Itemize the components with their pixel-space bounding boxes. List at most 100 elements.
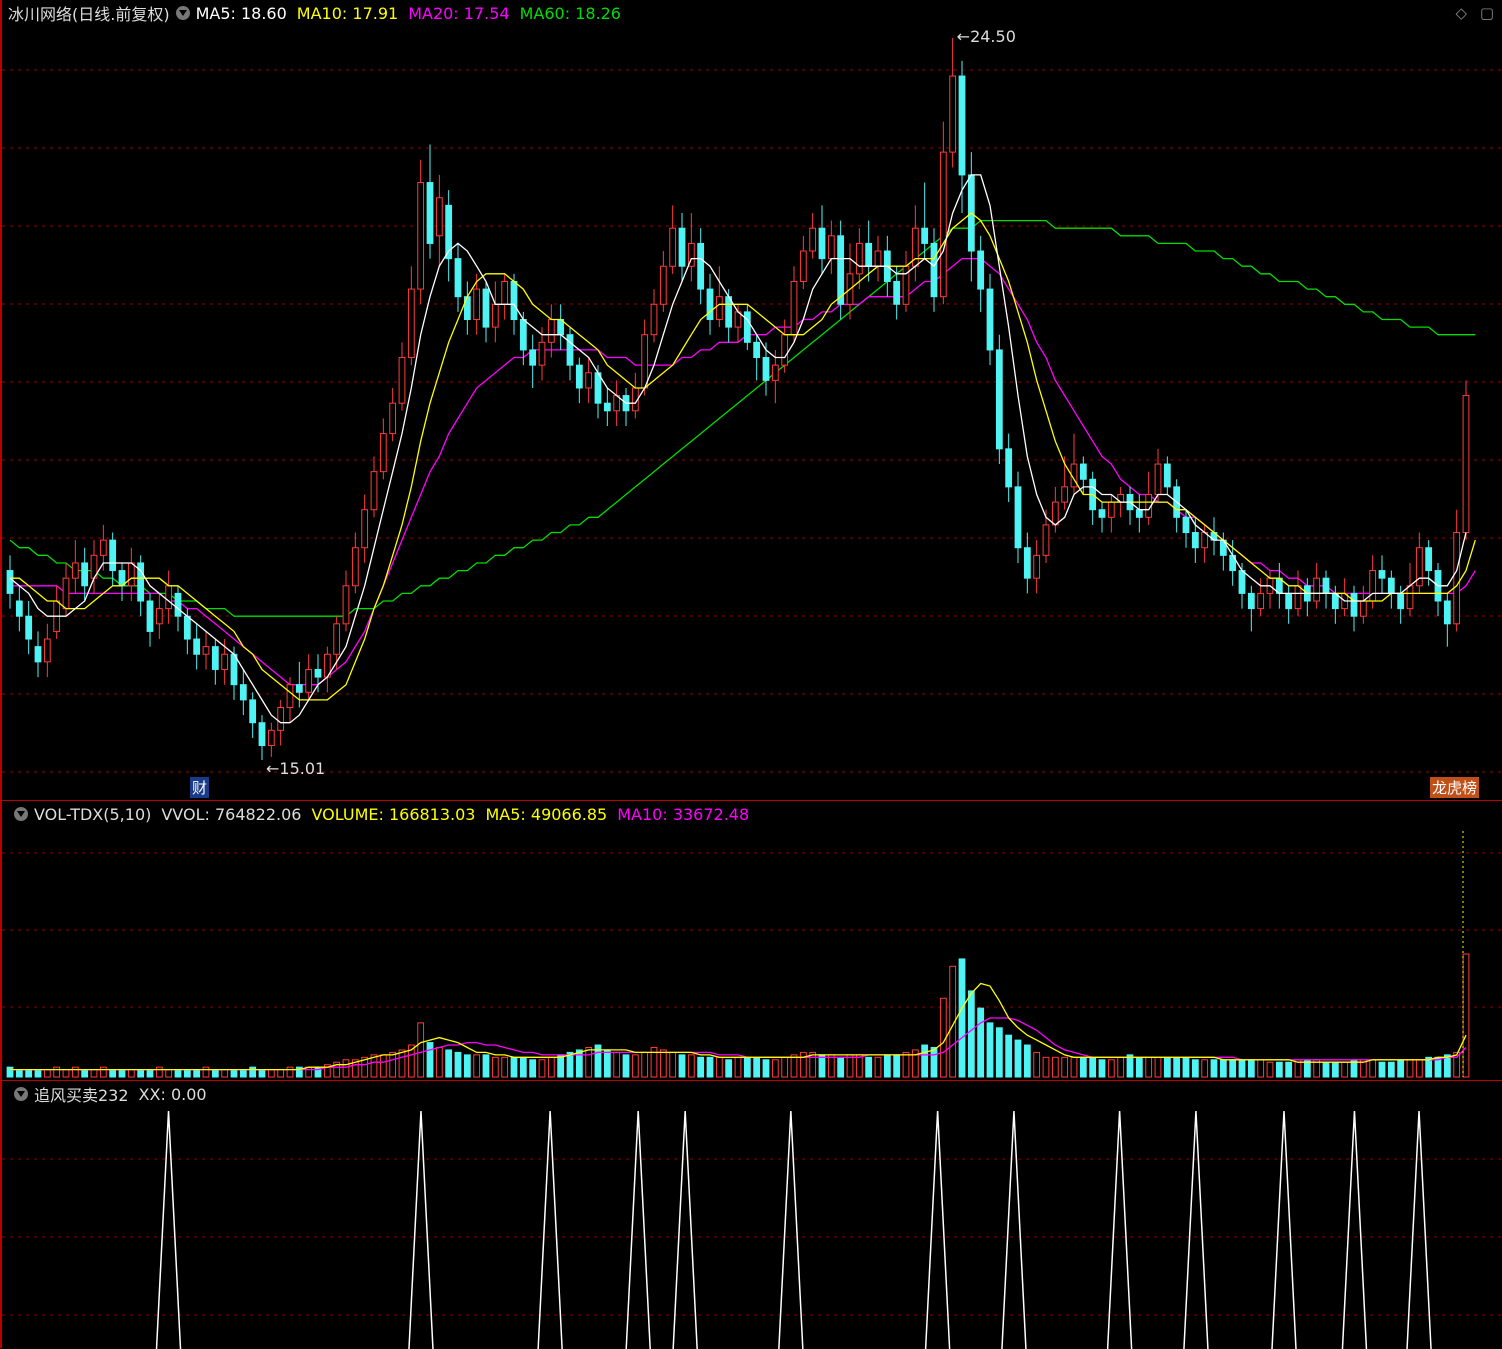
volume-bar — [1266, 1061, 1274, 1078]
candle-body — [753, 341, 761, 359]
candle-body — [1369, 570, 1377, 602]
candle-body — [865, 242, 873, 267]
price-pane: 冰川网络(日线.前复权) MA5: 18.60 MA10: 17.91 MA20… — [0, 0, 1502, 800]
candle-body — [454, 258, 462, 298]
signal-peak — [672, 1110, 698, 1349]
candle-body — [183, 615, 191, 640]
signal-peak — [924, 1110, 951, 1349]
candle-body — [827, 235, 835, 260]
indicator-chart[interactable] — [2, 1081, 1502, 1349]
volume-bar — [865, 1056, 873, 1078]
candle-body — [127, 562, 135, 587]
candle-body — [1098, 509, 1106, 518]
volume-bar — [1005, 1034, 1013, 1078]
candle-body — [211, 646, 219, 670]
candle-body — [566, 334, 574, 366]
candle-body — [1322, 577, 1330, 594]
vol-title[interactable]: VOL-TDX(5,10) — [34, 805, 151, 824]
indicator-menu-icon[interactable] — [175, 6, 190, 20]
indicator-menu-icon[interactable] — [14, 1087, 28, 1101]
volume-bar — [71, 1066, 79, 1078]
signal-peak — [625, 1110, 651, 1349]
candle-body — [81, 562, 89, 587]
volume-bar — [1154, 1056, 1162, 1078]
diamond-icon[interactable]: ◇ — [1455, 4, 1467, 22]
volume-bar — [921, 1044, 929, 1078]
volume-bar — [202, 1066, 210, 1078]
candle-body — [99, 539, 107, 556]
volume-bar — [463, 1054, 471, 1078]
volume-bar — [81, 1069, 89, 1078]
volume-bar — [687, 1054, 695, 1078]
candle-body — [174, 592, 182, 617]
restore-icon[interactable]: ▢ — [1480, 4, 1494, 22]
volume-bar — [1275, 1061, 1283, 1078]
candle-body — [258, 722, 266, 747]
volume-chart[interactable] — [2, 801, 1502, 1081]
volume-bar — [893, 1054, 901, 1078]
candle-body — [725, 296, 733, 328]
volume-bar — [1397, 1059, 1405, 1078]
dragon-tiger-tag[interactable]: 龙虎榜 — [1430, 777, 1480, 798]
volume-bar — [1182, 1056, 1190, 1078]
volume-bar — [1173, 1056, 1181, 1078]
candle-body — [407, 288, 415, 359]
candle-body — [762, 357, 770, 381]
finance-tag[interactable]: 财 — [190, 777, 210, 798]
candle-body — [239, 684, 247, 701]
price-title[interactable]: 冰川网络(日线.前复权) — [8, 1, 170, 25]
candle-body — [1425, 547, 1433, 572]
candle-body — [34, 646, 42, 663]
volume-bar — [519, 1056, 527, 1078]
high-price-annotation: ←24.50 — [957, 27, 1016, 46]
ma20-line — [10, 257, 1476, 686]
vvol-label: VVOL: 764822.06 — [161, 804, 302, 824]
volume-bar — [99, 1066, 107, 1078]
volume-bar — [659, 1049, 667, 1078]
candle-body — [43, 638, 51, 663]
volume-bar — [874, 1056, 882, 1078]
candle-body — [370, 471, 378, 511]
volume-bar — [267, 1069, 275, 1078]
signal-peak — [408, 1110, 434, 1349]
candle-body — [482, 288, 490, 328]
candle-body — [491, 303, 499, 328]
volume-bar — [510, 1056, 518, 1078]
volume-bar — [15, 1069, 23, 1078]
candle-body — [109, 539, 117, 572]
volume-bar — [146, 1069, 154, 1078]
candlestick-chart[interactable]: ←24.50 ←15.01 — [2, 0, 1502, 800]
candle-body — [1350, 592, 1358, 617]
candle-body — [314, 668, 322, 678]
volume-bar — [902, 1051, 910, 1078]
volume-label: VOLUME: 166813.03 — [311, 804, 476, 824]
volume-bar — [743, 1056, 751, 1078]
volume-bar — [1191, 1059, 1199, 1078]
volume-bar — [631, 1054, 639, 1078]
volume-bar — [1415, 1059, 1423, 1078]
candle-body — [426, 182, 434, 244]
volume-bar — [165, 1069, 173, 1078]
ma60-line — [9, 219, 1476, 617]
candle-body — [715, 296, 723, 320]
ind-title[interactable]: 追风买卖232 — [34, 1082, 129, 1106]
candle-body — [977, 250, 985, 290]
volume-bar — [799, 1051, 807, 1078]
candle-body — [1023, 547, 1031, 579]
ma5-label: MA5: 18.60 — [195, 3, 287, 23]
volume-bar — [575, 1049, 583, 1078]
signal-peak — [1106, 1110, 1133, 1349]
volume-bar — [445, 1049, 453, 1078]
volume-bar — [1331, 1061, 1339, 1078]
volume-bar — [473, 1054, 481, 1078]
candle-body — [230, 653, 238, 686]
candle-body — [930, 242, 938, 298]
candle-body — [678, 227, 686, 267]
candle-body — [650, 303, 658, 336]
indicator-menu-icon[interactable] — [14, 807, 28, 821]
volume-bar — [1322, 1061, 1330, 1078]
signal-peak — [537, 1110, 563, 1349]
ma10-line — [10, 212, 1476, 701]
volume-bar — [603, 1049, 611, 1078]
volume-bar — [818, 1054, 826, 1078]
